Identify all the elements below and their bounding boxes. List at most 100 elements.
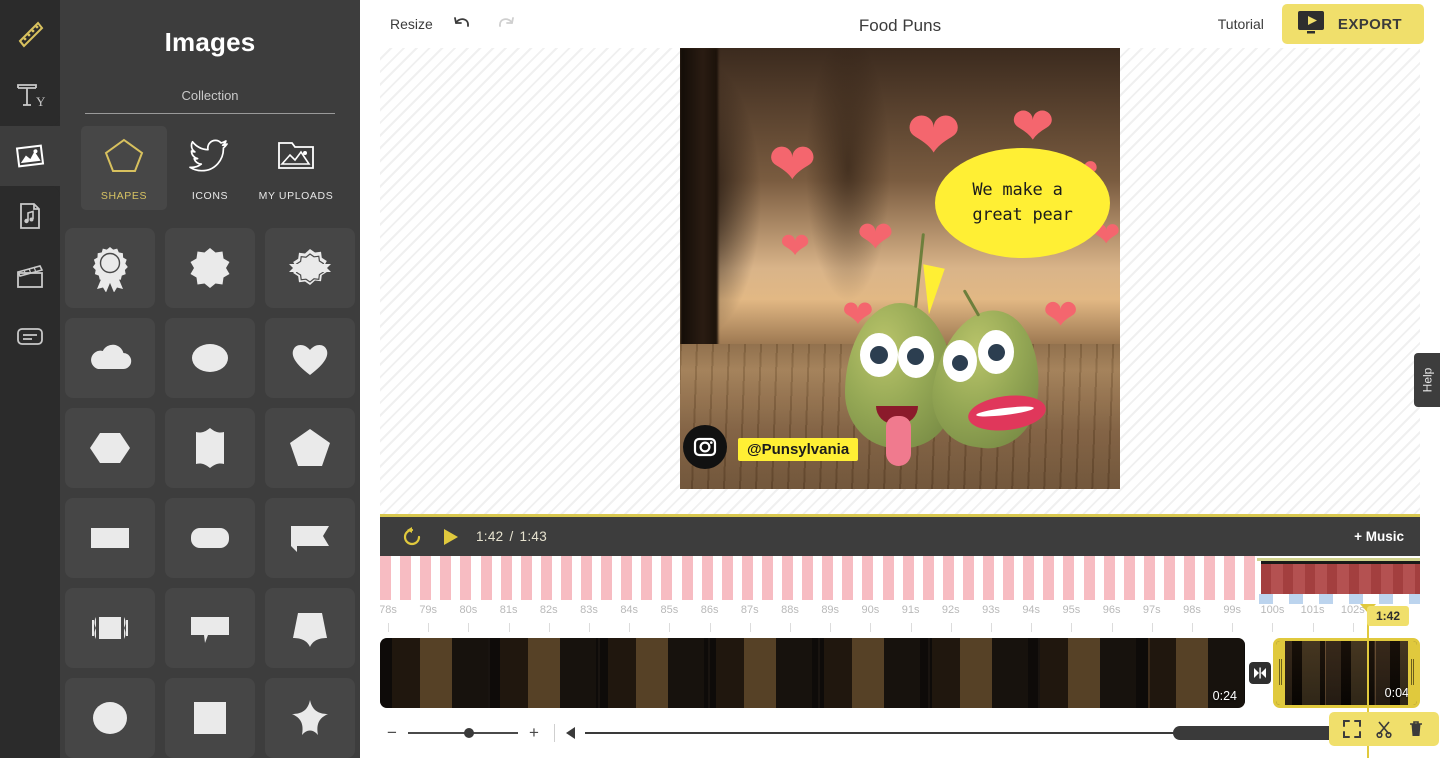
shape-speech-bubble[interactable] — [165, 588, 255, 668]
shape-rounded-rectangle[interactable] — [165, 498, 255, 578]
ruler-tick-label: 79s — [419, 604, 437, 616]
add-music-button[interactable]: + Music — [1354, 529, 1404, 544]
waveform-bar — [380, 556, 391, 600]
tutorial-button[interactable]: Tutorial — [1218, 16, 1264, 32]
rail-item-video[interactable] — [0, 246, 60, 306]
fit-icon[interactable] — [1343, 720, 1361, 738]
eye-right-pupil — [907, 348, 924, 365]
waveform-bar — [1164, 556, 1175, 600]
shape-barrel-vertical[interactable] — [165, 408, 255, 488]
shape-pentagon[interactable] — [265, 408, 355, 488]
category-shapes[interactable]: SHAPES — [81, 126, 167, 210]
shape-film-strip[interactable] — [65, 588, 155, 668]
trash-icon[interactable] — [1407, 720, 1425, 738]
scissors-icon[interactable] — [1375, 720, 1393, 738]
shape-grid — [60, 228, 360, 758]
category-my-uploads[interactable]: MY UPLOADS — [253, 126, 339, 210]
ruler-tick-label: 89s — [821, 604, 839, 616]
waveform-bar — [862, 556, 873, 600]
trim-handle-left[interactable] — [1276, 641, 1285, 705]
waveform-bar — [822, 556, 833, 600]
video-preview[interactable]: ❤ ❤ ❤ ❤ ❤ ❤ ❤ ❤ ❤ We make a great pear — [680, 48, 1120, 489]
eye-p2-right-pupil — [988, 344, 1005, 361]
help-tab[interactable]: Help — [1414, 353, 1440, 407]
waveform-bar — [581, 556, 592, 600]
ruler-tick-mark — [1112, 623, 1113, 632]
speech-bubble[interactable]: We make a great pear — [935, 148, 1110, 258]
heart-overlay: ❤ — [906, 102, 961, 168]
ruler-tick-label: 90s — [862, 604, 880, 616]
shape-rectangle[interactable] — [65, 498, 155, 578]
tongue — [886, 416, 911, 466]
transition-button[interactable] — [1249, 662, 1271, 684]
waveform-bar — [923, 556, 934, 600]
ruler-tick-label: 83s — [580, 604, 598, 616]
footer-divider — [554, 724, 555, 742]
shape-hexagon[interactable] — [65, 408, 155, 488]
shape-square[interactable] — [165, 678, 255, 758]
restart-button[interactable] — [396, 521, 428, 553]
ruler-tick-mark — [468, 623, 469, 632]
current-time: 1:42 — [476, 529, 503, 544]
waveform-bar — [943, 556, 954, 600]
image-icon — [13, 139, 47, 173]
shape-banner-tail[interactable] — [265, 588, 355, 668]
canvas-stage[interactable]: ❤ ❤ ❤ ❤ ❤ ❤ ❤ ❤ ❤ We make a great pear — [380, 48, 1420, 514]
social-handle-badge[interactable]: @Punsylvania — [738, 438, 858, 461]
export-video-icon — [1296, 9, 1326, 40]
waveform-bar — [621, 556, 632, 600]
waveform-bar — [1204, 556, 1215, 600]
play-button[interactable] — [434, 521, 466, 553]
waveform-bar — [1084, 556, 1095, 600]
waveform-bar — [802, 556, 813, 600]
zoom-slider[interactable] — [408, 732, 518, 734]
ruler-tick-label: 99s — [1223, 604, 1241, 616]
shape-ribbon-banner[interactable] — [265, 228, 355, 308]
shape-star[interactable] — [265, 678, 355, 758]
export-label: EXPORT — [1338, 16, 1402, 33]
ruler-tick-label: 94s — [1022, 604, 1040, 616]
shape-flag[interactable] — [265, 498, 355, 578]
heart-overlay: ❤ — [842, 296, 874, 334]
shape-ellipse[interactable] — [165, 318, 255, 398]
heart-overlay: ❤ — [768, 136, 817, 194]
zoom-slider-knob[interactable] — [464, 728, 474, 738]
shape-circle[interactable] — [65, 678, 155, 758]
rail-item-subtitles[interactable] — [0, 306, 60, 366]
ruler-tick-mark — [911, 623, 912, 632]
scroll-left-button[interactable] — [563, 726, 579, 740]
category-icons[interactable]: ICONS — [167, 126, 253, 210]
ruler-tick-label: 97s — [1143, 604, 1161, 616]
shape-badge-rosette[interactable] — [65, 228, 155, 308]
shape-starburst-blob[interactable] — [165, 228, 255, 308]
clip-panini[interactable]: 0:24 — [380, 638, 1245, 708]
horizontal-scrollbar[interactable] — [585, 732, 1420, 734]
waveform-bar — [501, 556, 512, 600]
ruler-tick-mark — [1192, 623, 1193, 632]
zoom-out-button[interactable]: − — [380, 723, 404, 743]
export-button[interactable]: EXPORT — [1282, 4, 1424, 44]
waveform-bar — [460, 556, 471, 600]
rail-item-images[interactable] — [0, 126, 60, 186]
clip-pears[interactable]: 0:04 — [1273, 638, 1420, 708]
folder-image-icon — [275, 135, 317, 180]
zoom-in-button[interactable]: + — [522, 723, 546, 743]
shape-cloud[interactable] — [65, 318, 155, 398]
video-editor-app: Y — [0, 0, 1440, 758]
resize-button[interactable]: Resize — [390, 16, 433, 32]
panel-title: Images — [60, 0, 360, 58]
redo-button[interactable] — [491, 9, 521, 39]
waveform-bar — [702, 556, 713, 600]
waveform-bar — [903, 556, 914, 600]
ruler-tick-mark — [991, 623, 992, 632]
selected-audio-clip[interactable] — [1257, 556, 1420, 604]
panel-subtitle: Collection — [60, 88, 360, 103]
timeline-ruler[interactable]: 78s79s80s81s82s83s84s85s86s87s88s89s90s9… — [380, 556, 1420, 636]
shape-heart[interactable] — [265, 318, 355, 398]
rail-item-video-effects[interactable] — [0, 6, 60, 66]
heart-overlay: ❤ — [857, 216, 894, 260]
trim-handle-right[interactable] — [1408, 641, 1417, 705]
rail-item-audio[interactable] — [0, 186, 60, 246]
category-my-uploads-label: MY UPLOADS — [259, 190, 334, 202]
undo-button[interactable] — [447, 9, 477, 39]
